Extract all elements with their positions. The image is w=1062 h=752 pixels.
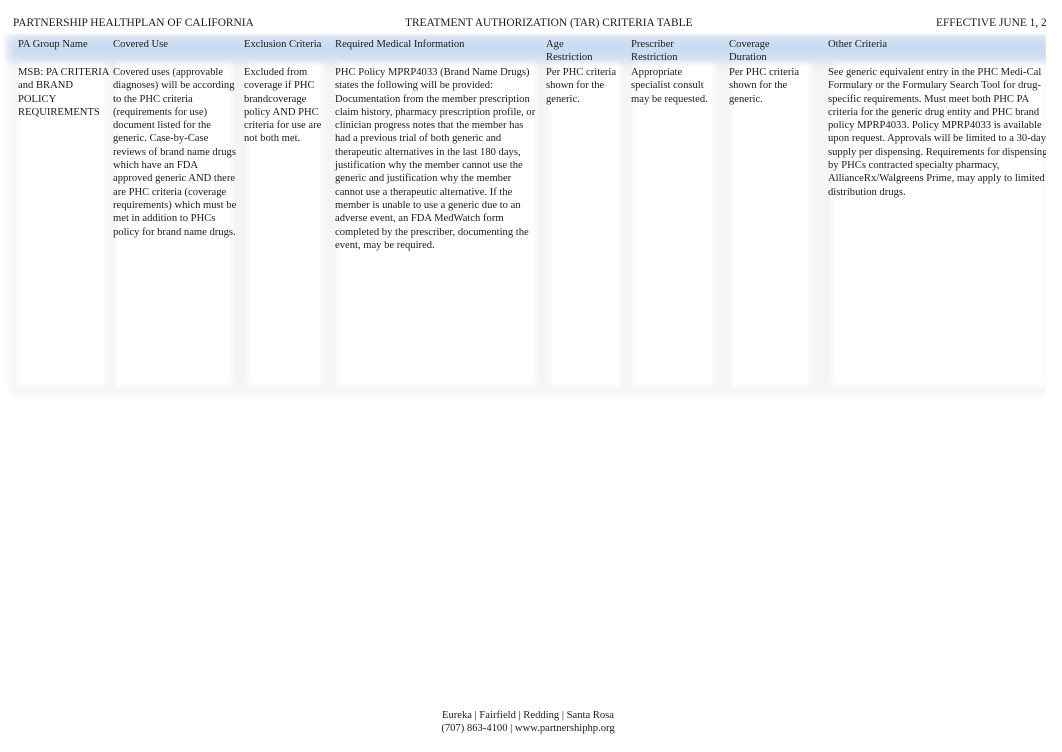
column-background	[634, 64, 714, 386]
document-title: TREATMENT AUTHORIZATION (TAR) CRITERIA T…	[405, 17, 693, 29]
page-header: PARTNERSHIP HEALTHPLAN OF CALIFORNIA TRE…	[0, 16, 1062, 30]
column-header-age-restriction: Age Restriction	[546, 39, 593, 64]
effective-date: EFFECTIVE JUNE 1, 2	[936, 17, 1047, 29]
column-header-pa-group-name: PA Group Name	[18, 39, 88, 50]
cell-coverage-duration: Per PHC criteria shown for the generic.	[729, 67, 800, 105]
cell-covered-use: Covered uses (approvable diagnoses) will…	[113, 67, 237, 238]
column-header-coverage-duration: Coverage Duration	[729, 39, 770, 64]
footer-contact: (707) 863-4100 | www.partnershiphp.org	[441, 723, 615, 735]
organization-name: PARTNERSHIP HEALTHPLAN OF CALIFORNIA	[13, 17, 254, 29]
column-header-covered-use: Covered Use	[113, 39, 169, 50]
cell-exclusion-criteria: Excluded from coverage if PHC brandcover…	[244, 67, 322, 145]
cell-age-restriction: Per PHC criteria shown for the generic.	[546, 67, 617, 105]
column-background	[732, 64, 810, 386]
cell-prescriber-restriction: Appropriate specialist consult may be re…	[631, 67, 708, 105]
column-header-other-criteria: Other Criteria	[828, 39, 888, 50]
pa-group-name-line: POLICY	[18, 93, 57, 105]
cell-required-medical-information: PHC Policy MPRP4033 (Brand Name Drugs) s…	[335, 67, 536, 251]
criteria-table: PA Group Name Covered Use Exclusion Crit…	[4, 34, 1046, 404]
footer-locations: Eureka | Fairfield | Redding | Santa Ros…	[442, 710, 614, 721]
column-background	[550, 64, 620, 386]
page-footer: Eureka | Fairfield | Redding | Santa Ros…	[0, 709, 1056, 736]
pa-group-name-line: REQUIREMENTS	[18, 106, 100, 118]
pa-group-name-line: MSB: PA CRITERIA	[18, 67, 110, 78]
column-header-exclusion-criteria: Exclusion Criteria	[244, 39, 322, 50]
cell-other-criteria: See generic equivalent entry in the PHC …	[828, 67, 1046, 198]
column-header-required-medical-information: Required Medical Information	[335, 39, 465, 50]
cell-pa-group-name: MSB: PA CRITERIA and BRAND POLICY REQUIR…	[18, 66, 114, 119]
pa-group-name-line: and BRAND	[18, 80, 74, 92]
column-header-prescriber-restriction: Prescriber Restriction	[631, 39, 678, 64]
